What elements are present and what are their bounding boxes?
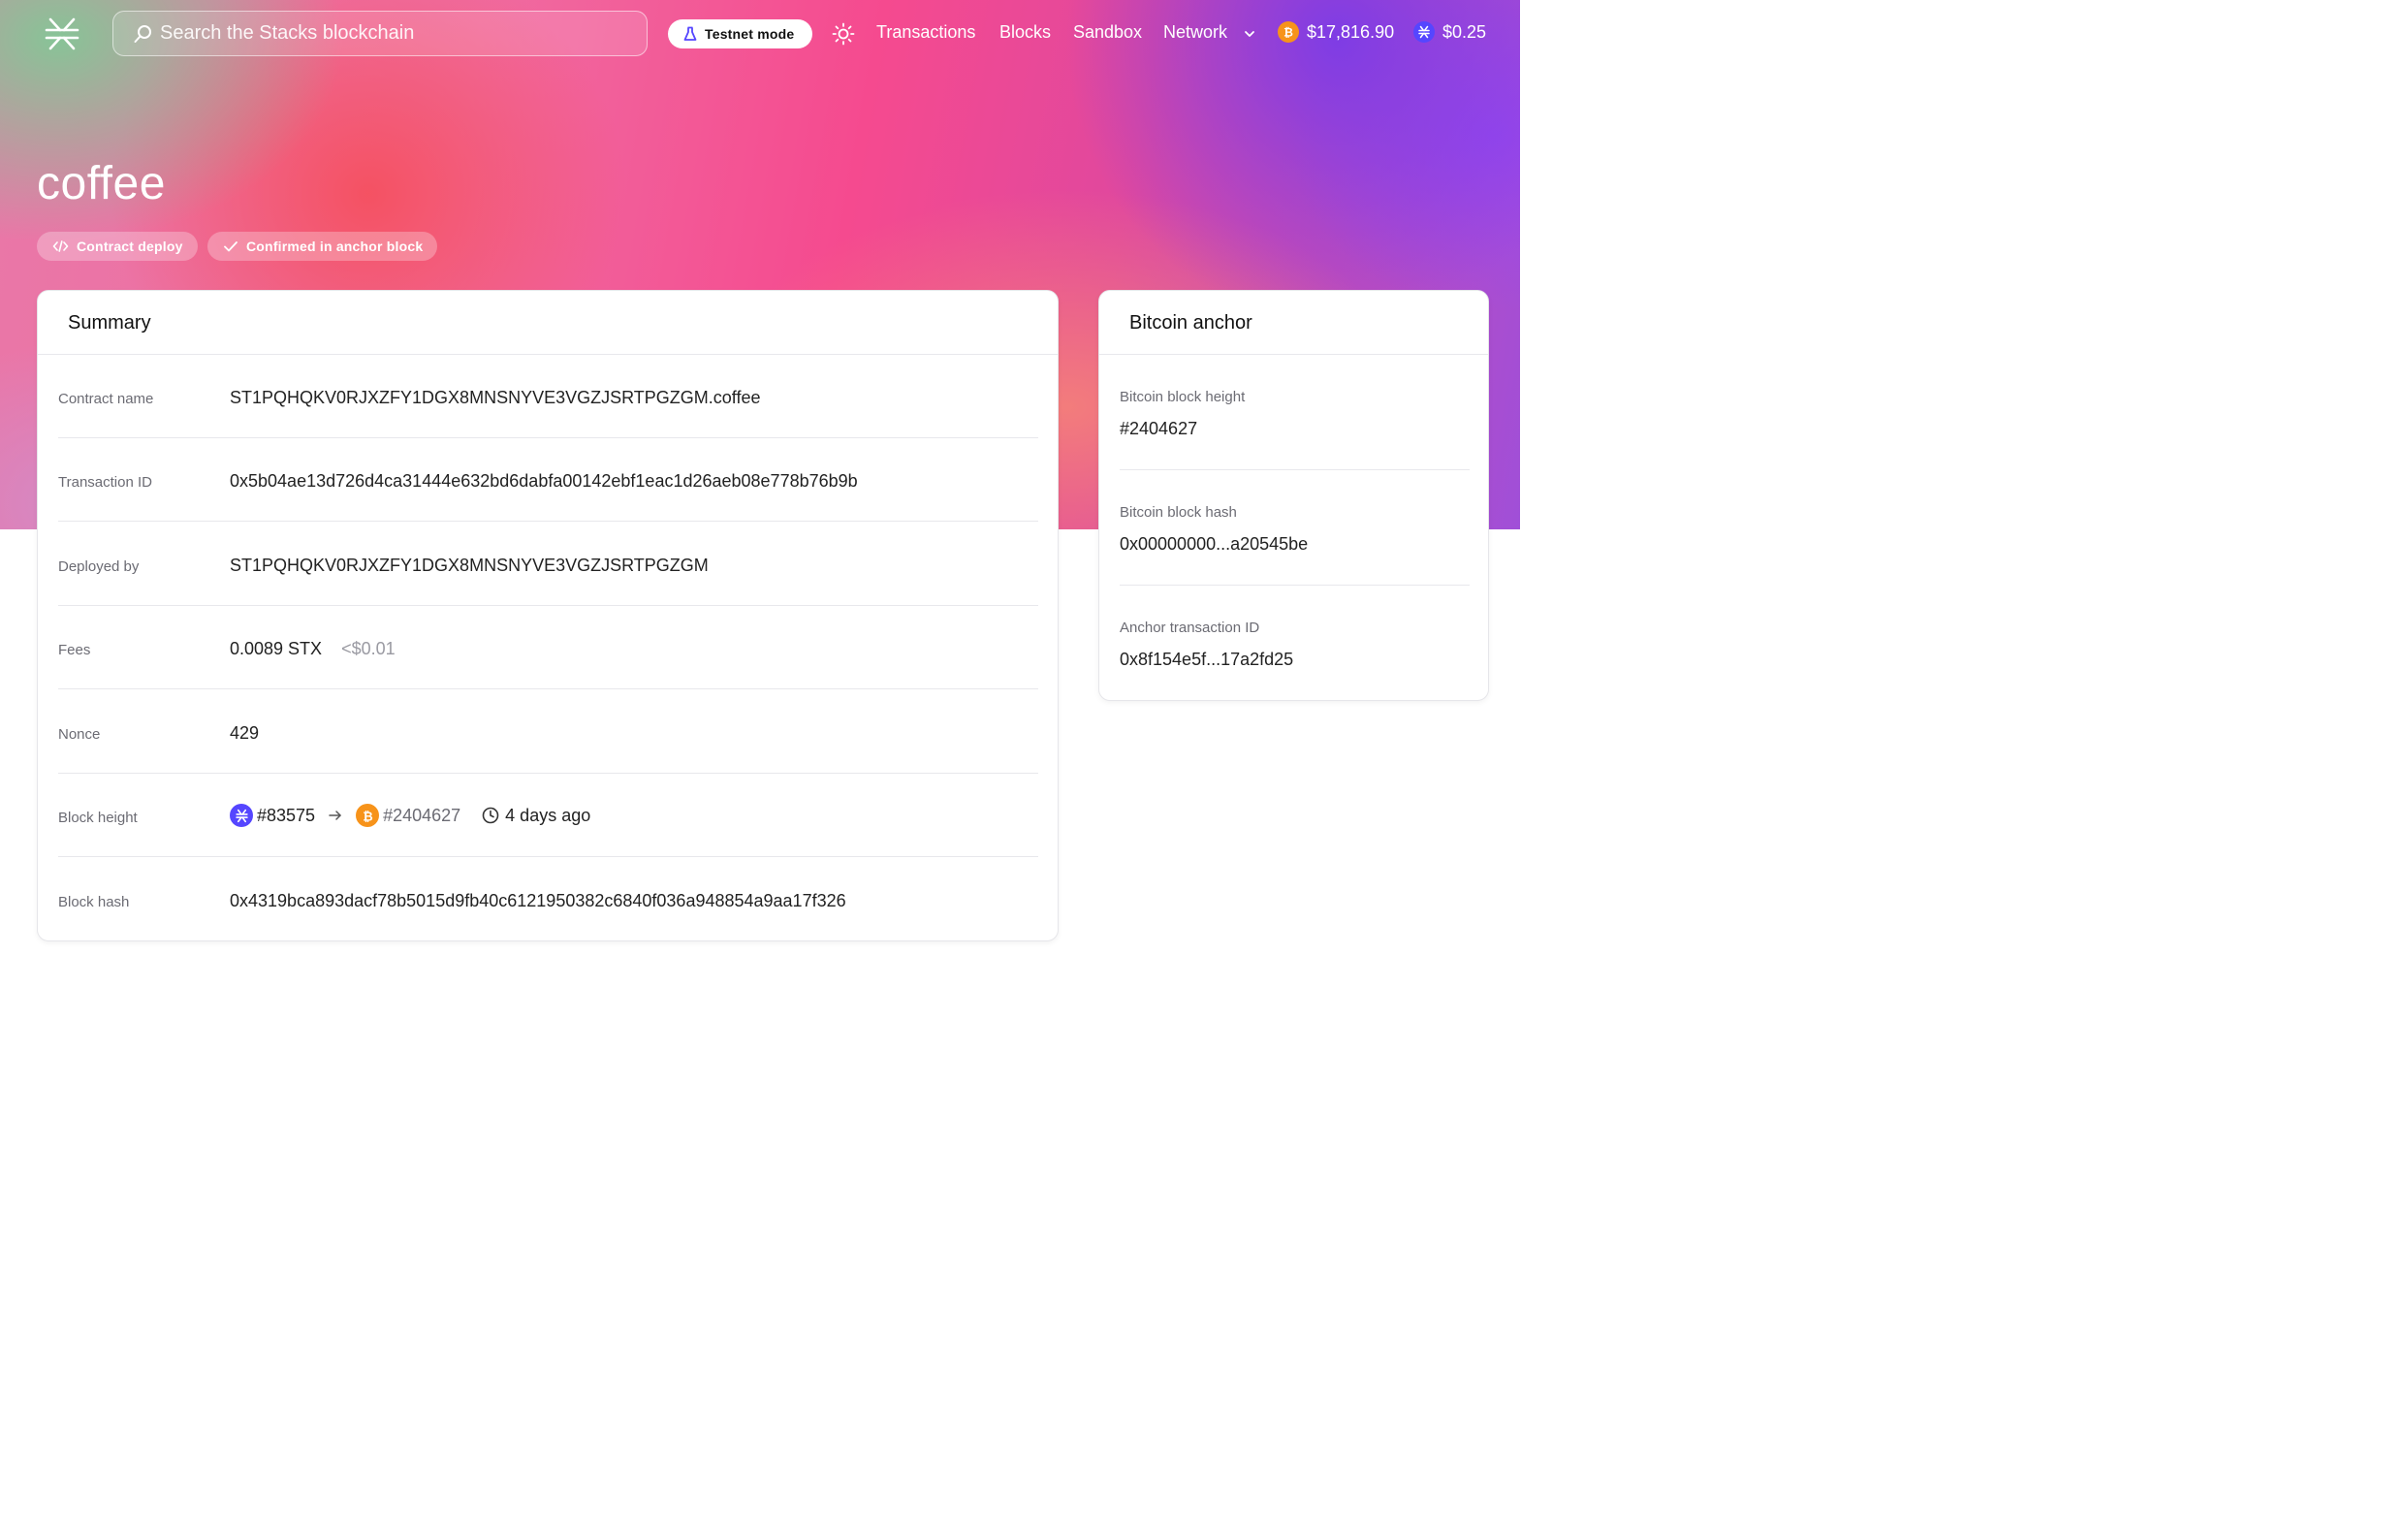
- stx-price-value: $0.25: [1442, 21, 1487, 42]
- search-icon: [134, 25, 151, 43]
- block-height-value: #83575 ₿ #2404627 4 days ago: [230, 804, 590, 827]
- fees-stx: 0.0089 STX: [230, 639, 323, 658]
- contract-name-label: Contract name: [58, 391, 154, 407]
- flask-icon: [683, 26, 697, 41]
- bitcoin-block-hash-value[interactable]: 0x00000000...a20545be: [1120, 534, 1308, 555]
- nav-transactions[interactable]: Transactions: [876, 22, 975, 43]
- block-hash-label: Block hash: [58, 894, 130, 910]
- testnet-mode-label: Testnet mode: [705, 26, 795, 42]
- stacks-icon: [1413, 21, 1435, 43]
- nonce-value: 429: [230, 723, 260, 743]
- bitcoin-anchor-title: Bitcoin anchor: [1099, 291, 1488, 355]
- contract-deploy-tag: Contract deploy: [37, 232, 198, 261]
- fees-value: 0.0089 STX <$0.01: [230, 639, 396, 659]
- nav-sandbox[interactable]: Sandbox: [1073, 22, 1142, 43]
- block-hash-row: Block hash 0x4319bca893dacf78b5015d9fb40…: [58, 858, 1038, 941]
- search-bar[interactable]: [112, 11, 731, 56]
- stx-price: $0.25: [1413, 21, 1486, 43]
- block-height-label: Block height: [58, 810, 138, 826]
- contract-name-row: Contract name ST1PQHQKV0RJXZFY1DGX8MNSNY…: [58, 355, 1038, 438]
- btc-price: ₿ $17,816.90: [1278, 21, 1394, 43]
- nonce-label: Nonce: [58, 726, 101, 743]
- bitcoin-anchor-card: Bitcoin anchor Bitcoin block height #240…: [1098, 290, 1489, 701]
- svg-text:₿: ₿: [1283, 26, 1293, 40]
- transaction-id-row: Transaction ID 0x5b04ae13d726d4ca31444e6…: [58, 438, 1038, 522]
- page-title: coffee: [37, 158, 166, 209]
- bitcoin-block-height-label: Bitcoin block height: [1120, 389, 1246, 405]
- deployed-by-row: Deployed by ST1PQHQKV0RJXZFY1DGX8MNSNYVE…: [58, 523, 1038, 606]
- anchor-transaction-value[interactable]: 0x8f154e5f...17a2fd25: [1120, 650, 1293, 670]
- transaction-id-value[interactable]: 0x5b04ae13d726d4ca31444e632bd6dabfa00142…: [230, 471, 858, 492]
- btc-price-value: $17,816.90: [1307, 21, 1395, 42]
- contract-deploy-label: Contract deploy: [77, 239, 183, 254]
- transaction-id-label: Transaction ID: [58, 474, 152, 491]
- search-input[interactable]: [160, 12, 596, 55]
- confirmed-tag: Confirmed in anchor block: [207, 232, 438, 261]
- clock-icon: [482, 807, 499, 824]
- bitcoin-block-hash-row: Bitcoin block hash 0x00000000...a20545be: [1120, 470, 1470, 586]
- stacks-logo-icon[interactable]: [45, 17, 79, 50]
- summary-title: Summary: [38, 291, 1058, 355]
- fees-label: Fees: [58, 642, 91, 658]
- confirmed-label: Confirmed in anchor block: [246, 239, 424, 254]
- block-height-row: Block height #83575 ₿ #2404627 4 days ag…: [58, 774, 1038, 857]
- fees-row: Fees 0.0089 STX <$0.01: [58, 606, 1038, 689]
- bitcoin-icon: ₿: [356, 804, 380, 827]
- code-icon: [52, 240, 69, 252]
- bitcoin-block-height-value[interactable]: #2404627: [1120, 419, 1197, 439]
- summary-card: Summary Contract name ST1PQHQKV0RJXZFY1D…: [37, 290, 1059, 941]
- stacks-icon: [230, 804, 253, 827]
- block-hash-value[interactable]: 0x4319bca893dacf78b5015d9fb40c6121950382…: [230, 891, 846, 911]
- contract-name-value[interactable]: ST1PQHQKV0RJXZFY1DGX8MNSNYVE3VGZJSRTPGZG…: [230, 388, 760, 408]
- deployed-by-label: Deployed by: [58, 558, 140, 575]
- svg-text:₿: ₿: [363, 810, 372, 823]
- anchor-transaction-row: Anchor transaction ID 0x8f154e5f...17a2f…: [1120, 586, 1470, 701]
- bitcoin-icon: ₿: [1278, 21, 1299, 43]
- nav-blocks[interactable]: Blocks: [999, 22, 1051, 43]
- bitcoin-block-hash-label: Bitcoin block hash: [1120, 504, 1237, 521]
- nav-network[interactable]: Network: [1163, 22, 1227, 43]
- chevron-down-icon[interactable]: [1243, 27, 1256, 41]
- arrow-right-icon: [329, 811, 341, 820]
- testnet-mode-button[interactable]: Testnet mode: [668, 19, 812, 48]
- nonce-row: Nonce 429: [58, 690, 1038, 774]
- anchor-transaction-label: Anchor transaction ID: [1120, 620, 1260, 636]
- sun-icon[interactable]: [832, 22, 855, 46]
- btc-block-link[interactable]: #2404627: [383, 806, 460, 826]
- bitcoin-block-height-row: Bitcoin block height #2404627: [1120, 355, 1470, 470]
- stacks-block-link[interactable]: #83575: [257, 806, 315, 826]
- deployed-by-value[interactable]: ST1PQHQKV0RJXZFY1DGX8MNSNYVE3VGZJSRTPGZG…: [230, 556, 709, 576]
- block-time: 4 days ago: [505, 805, 591, 825]
- fees-usd: <$0.01: [341, 639, 396, 658]
- check-icon: [224, 241, 238, 252]
